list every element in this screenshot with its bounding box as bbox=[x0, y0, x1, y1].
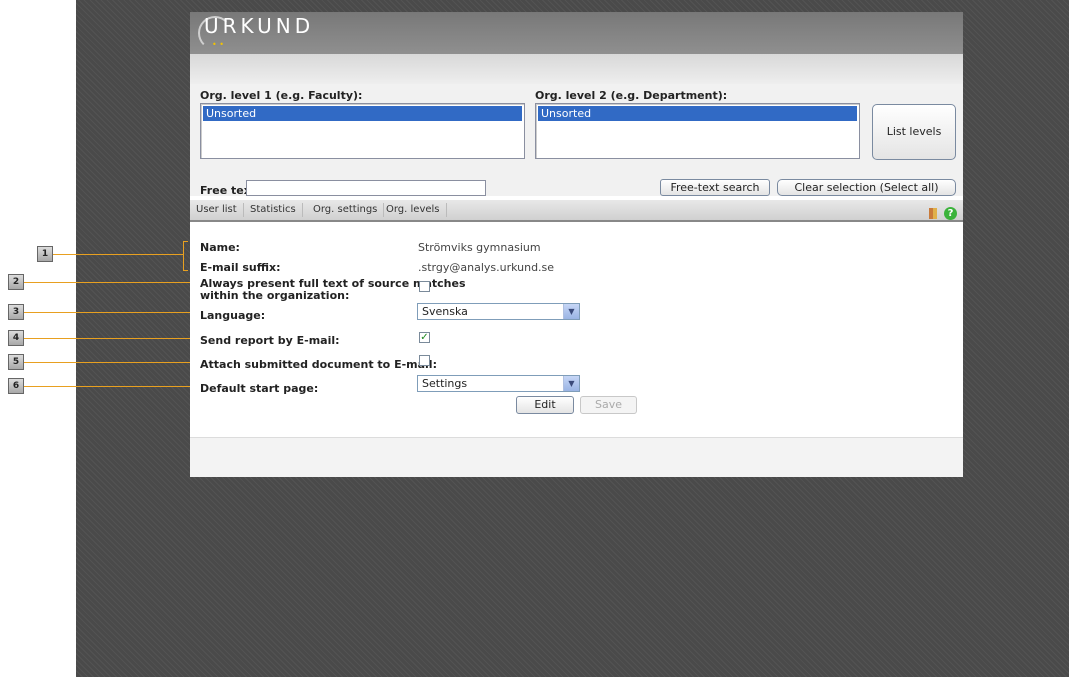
app-header: URKUND • • bbox=[190, 12, 963, 54]
attach-doc-checkbox[interactable] bbox=[419, 355, 430, 366]
attach-doc-label: Attach submitted document to E-mail: bbox=[200, 358, 437, 371]
callout-2-leader bbox=[24, 282, 190, 283]
default-start-label: Default start page: bbox=[200, 382, 319, 395]
list-levels-button[interactable]: List levels bbox=[872, 104, 956, 160]
logo-dots-icon: • • bbox=[212, 40, 224, 49]
send-report-label: Send report by E-mail: bbox=[200, 334, 340, 347]
callout-6-leader bbox=[24, 386, 190, 387]
org-level1-option[interactable]: Unsorted bbox=[203, 106, 522, 121]
default-start-select-value: Settings bbox=[422, 377, 468, 390]
callout-1: 1 bbox=[37, 246, 53, 262]
footer bbox=[190, 438, 963, 477]
tab-org-settings[interactable]: Org. settings bbox=[307, 203, 385, 217]
callout-1-leader bbox=[53, 254, 183, 255]
default-start-select[interactable]: Settings ▼ bbox=[417, 375, 580, 392]
send-report-checkbox[interactable]: ✓ bbox=[419, 332, 430, 343]
callout-3-leader bbox=[24, 312, 190, 313]
app-panel: URKUND • • Org. level 1 (e.g. Faculty): … bbox=[190, 12, 963, 477]
org-level1-label: Org. level 1 (e.g. Faculty): bbox=[200, 89, 363, 102]
clear-selection-button[interactable]: Clear selection (Select all) bbox=[777, 179, 956, 196]
always-present-checkbox[interactable] bbox=[419, 281, 430, 292]
email-suffix-label: E-mail suffix: bbox=[200, 261, 281, 274]
tab-statistics[interactable]: Statistics bbox=[244, 203, 303, 217]
email-suffix-value: .strgy@analys.urkund.se bbox=[418, 261, 555, 274]
save-button[interactable]: Save bbox=[580, 396, 637, 414]
tab-bar: User list Statistics Org. settings Org. … bbox=[190, 200, 963, 222]
callout-6: 6 bbox=[8, 378, 24, 394]
org-level2-label: Org. level 2 (e.g. Department): bbox=[535, 89, 728, 102]
language-select[interactable]: Svenska ▼ bbox=[417, 303, 580, 320]
language-label: Language: bbox=[200, 309, 266, 322]
chevron-down-icon[interactable]: ▼ bbox=[563, 304, 579, 319]
book-icon[interactable] bbox=[928, 208, 937, 219]
logo: URKUND bbox=[204, 14, 315, 38]
subheader-bar bbox=[190, 54, 963, 84]
callout-3: 3 bbox=[8, 304, 24, 320]
free-text-search-button[interactable]: Free-text search bbox=[660, 179, 770, 196]
chevron-down-icon[interactable]: ▼ bbox=[563, 376, 579, 391]
callout-5: 5 bbox=[8, 354, 24, 370]
callout-2: 2 bbox=[8, 274, 24, 290]
name-label: Name: bbox=[200, 241, 240, 254]
callout-4-leader bbox=[24, 338, 190, 339]
checkmark-icon: ✓ bbox=[420, 332, 429, 343]
edit-button[interactable]: Edit bbox=[516, 396, 574, 414]
help-icon[interactable]: ? bbox=[944, 207, 957, 220]
language-select-value: Svenska bbox=[422, 305, 468, 318]
always-present-label-line2: within the organization: bbox=[200, 289, 350, 302]
org-level2-option[interactable]: Unsorted bbox=[538, 106, 857, 121]
name-value: Strömviks gymnasium bbox=[418, 241, 541, 254]
callout-5-leader bbox=[24, 362, 190, 363]
tab-org-levels[interactable]: Org. levels bbox=[380, 203, 447, 217]
free-text-input[interactable] bbox=[246, 180, 486, 196]
org-level1-listbox[interactable]: Unsorted bbox=[200, 103, 525, 159]
callout-1-bracket bbox=[183, 241, 188, 271]
tab-user-list[interactable]: User list bbox=[190, 203, 244, 217]
callout-4: 4 bbox=[8, 330, 24, 346]
org-level2-listbox[interactable]: Unsorted bbox=[535, 103, 860, 159]
tab-icons: ? bbox=[928, 203, 957, 222]
